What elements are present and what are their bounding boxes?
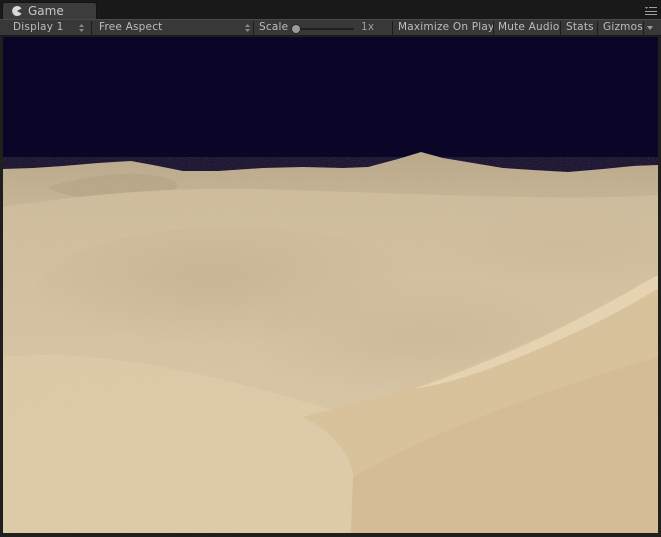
tab-bar: Game xyxy=(0,0,661,19)
mute-audio-toggle[interactable]: Mute Audio xyxy=(498,20,559,36)
desert-scene xyxy=(3,37,658,533)
scale-value: 1x xyxy=(361,21,375,33)
gizmos-dropdown-arrow-icon[interactable] xyxy=(647,26,653,30)
separator xyxy=(253,21,254,35)
display-dropdown-label[interactable]: Display 1 xyxy=(13,20,64,36)
aspect-dropdown-arrows-icon[interactable] xyxy=(245,24,250,32)
pacman-icon xyxy=(12,6,22,16)
separator xyxy=(643,21,644,35)
window-menu-icon[interactable] xyxy=(645,6,657,16)
scale-label: Scale xyxy=(259,21,289,33)
tab-game[interactable]: Game xyxy=(2,2,97,19)
separator xyxy=(392,21,393,35)
tab-label: Game xyxy=(28,4,64,18)
aspect-dropdown-label[interactable]: Free Aspect xyxy=(99,20,163,36)
gizmos-toggle[interactable]: Gizmos xyxy=(603,20,643,36)
display-dropdown-arrows-icon[interactable] xyxy=(79,24,84,32)
separator xyxy=(560,21,561,35)
game-toolbar: Display 1 Free Aspect Scale 1x Maximize … xyxy=(0,19,661,36)
scale-slider-track[interactable] xyxy=(296,28,354,30)
stats-toggle[interactable]: Stats xyxy=(566,20,594,36)
maximize-on-play-toggle[interactable]: Maximize On Play xyxy=(398,20,494,36)
separator xyxy=(91,21,92,35)
game-window: Game Display 1 Free Aspect Scale 1x Maxi… xyxy=(0,0,661,537)
scale-slider-thumb[interactable] xyxy=(291,24,301,34)
separator xyxy=(493,21,494,35)
separator xyxy=(597,21,598,35)
game-viewport[interactable] xyxy=(3,37,658,533)
